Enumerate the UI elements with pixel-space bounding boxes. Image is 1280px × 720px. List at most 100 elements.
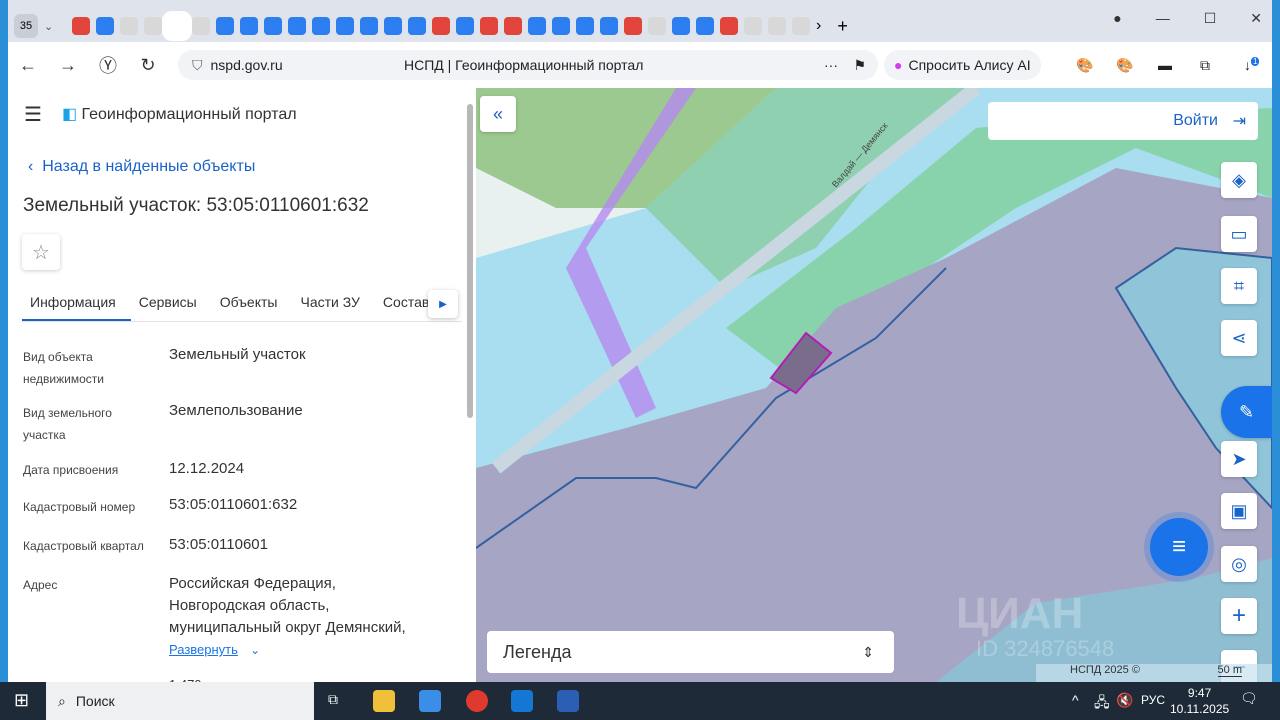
network-icon[interactable]: 🖧 [1094, 692, 1110, 716]
login-button[interactable]: Войти ⇥ [988, 102, 1258, 140]
tab[interactable] [528, 17, 546, 35]
back-button[interactable]: ← [8, 55, 48, 76]
expand-link[interactable]: Развернуть ⌄ [169, 639, 260, 661]
tab-info[interactable]: Информация [22, 284, 131, 321]
feedback-button[interactable]: ✎ [1221, 386, 1272, 438]
tab-parts[interactable]: Части ЗУ [292, 284, 374, 321]
tab[interactable] [216, 17, 234, 35]
language-indicator[interactable]: РУС [1141, 693, 1165, 707]
tab[interactable] [408, 17, 426, 35]
tab[interactable] [648, 17, 666, 35]
tabs-scroll-right-button[interactable]: ▶ [428, 290, 458, 318]
app-title[interactable]: ◧ Геоинформационный портал [62, 104, 297, 124]
yandex-icon[interactable]: Ⓨ [88, 52, 128, 78]
tab[interactable] [600, 17, 618, 35]
tab-count-button[interactable]: 35 [14, 14, 38, 38]
tray-chevron-icon[interactable]: ^ [1072, 692, 1079, 708]
tab[interactable] [192, 17, 210, 35]
tab[interactable] [336, 17, 354, 35]
chevron-down-icon[interactable]: ⌄ [44, 20, 66, 33]
extension-icon[interactable]: ⧉ [1200, 57, 1210, 74]
tab[interactable] [456, 17, 474, 35]
tab[interactable] [672, 17, 690, 35]
chat-button[interactable]: ≡ [1150, 518, 1208, 576]
tab[interactable] [96, 17, 114, 35]
yandex-browser-icon[interactable] [466, 690, 488, 712]
scrollbar[interactable] [467, 104, 473, 418]
window-controls: ● — ☐ ✕ [1113, 10, 1262, 27]
tab-services[interactable]: Сервисы [131, 284, 212, 321]
clock[interactable]: 9:47 10.11.2025 [1170, 685, 1229, 717]
tab[interactable] [144, 17, 162, 35]
extension-icon[interactable]: ▬ [1158, 57, 1172, 73]
area-select-button[interactable]: ⌗ [1221, 268, 1257, 304]
tab[interactable] [360, 17, 378, 35]
tab[interactable] [288, 17, 306, 35]
minimize-button[interactable]: — [1156, 10, 1170, 27]
collapse-panel-button[interactable]: « [480, 96, 516, 132]
layers-button[interactable]: ◈ [1221, 162, 1257, 198]
tab-pdf[interactable] [504, 17, 522, 35]
reload-button[interactable]: ↻ [128, 55, 168, 76]
logo-icon: ◧ [61, 106, 82, 123]
map-canvas[interactable]: Валдай — Демянск ЦИАН ID 324876548 « Вой… [476, 88, 1272, 682]
field-label: Вид земельного участка [23, 406, 112, 442]
map-layers: Валдай — Демянск ЦИАН ID 324876548 [476, 88, 1272, 682]
store-icon[interactable] [419, 690, 441, 712]
windows-start-button[interactable]: ⊞ [14, 690, 29, 711]
new-tab-button[interactable]: + [837, 16, 848, 37]
bookmark-icon[interactable]: ⚑ [853, 57, 866, 74]
legend-dropdown[interactable]: Легенда ⇕ [487, 631, 894, 673]
taskbar-search[interactable]: ⌕ Поиск [46, 682, 314, 720]
more-icon[interactable]: ··· [824, 57, 838, 73]
tab[interactable] [384, 17, 402, 35]
geolocation-button[interactable]: ➤ [1221, 441, 1257, 477]
word-icon[interactable] [557, 690, 579, 712]
picture-button[interactable]: ▣ [1221, 493, 1257, 529]
notifications-icon[interactable]: 🗨 [1240, 690, 1258, 707]
favorite-star-button[interactable]: ☆ [22, 234, 60, 270]
tab[interactable] [552, 17, 570, 35]
url-field[interactable]: ⛉ nspd.gov.ru НСПД | Геоинформационный п… [178, 50, 878, 80]
menu-icon[interactable]: ☰ [24, 102, 42, 127]
tab-yandex[interactable] [72, 17, 90, 35]
tab[interactable] [120, 17, 138, 35]
zoom-in-button[interactable]: + [1221, 598, 1257, 634]
tab[interactable] [312, 17, 330, 35]
field-value: Земельный участок [169, 346, 306, 363]
tab[interactable] [240, 17, 258, 35]
tab[interactable] [696, 17, 714, 35]
tab[interactable] [744, 17, 762, 35]
extension-icon[interactable]: 🎨 [1076, 57, 1093, 74]
tab-pdf[interactable] [480, 17, 498, 35]
chevron-right-icon[interactable]: › [816, 17, 821, 35]
downloads-icon[interactable]: ↓ 1 [1244, 57, 1260, 73]
volume-muted-icon[interactable]: 🔇 [1116, 692, 1133, 709]
task-view-icon[interactable]: ⧉ [328, 691, 338, 708]
tab[interactable] [768, 17, 786, 35]
field-label: Адрес [23, 578, 58, 592]
tab[interactable] [576, 17, 594, 35]
tab[interactable] [720, 17, 738, 35]
extension-icon[interactable]: 🎨 [1116, 57, 1133, 74]
ruler-button[interactable]: ▭ [1221, 216, 1257, 252]
tab[interactable] [792, 17, 810, 35]
profile-icon[interactable]: ● [1113, 10, 1121, 27]
tab[interactable] [264, 17, 282, 35]
outlook-icon[interactable] [511, 690, 533, 712]
back-link[interactable]: ‹ Назад в найденные объекты [28, 158, 255, 176]
tab-pdf[interactable] [432, 17, 450, 35]
search-location-button[interactable]: ◎ [1221, 546, 1257, 582]
close-button[interactable]: ✕ [1250, 10, 1262, 27]
tab[interactable] [624, 17, 642, 35]
taskbar: ⊞ ⌕ Поиск ⧉ ^ 🖧 🔇 РУС 9:47 10.11.2025 🗨 [0, 682, 1280, 720]
forward-button[interactable]: → [48, 55, 88, 76]
maximize-button[interactable]: ☐ [1204, 10, 1217, 27]
alice-button[interactable]: ● Спросить Алису AI [884, 50, 1041, 80]
search-icon: ⌕ [58, 692, 66, 709]
file-explorer-icon[interactable] [373, 690, 395, 712]
chevron-left-icon: ‹ [28, 158, 43, 175]
tab-active[interactable] [162, 11, 192, 41]
share-button[interactable]: ⋖ [1221, 320, 1257, 356]
tab-objects[interactable]: Объекты [212, 284, 293, 321]
